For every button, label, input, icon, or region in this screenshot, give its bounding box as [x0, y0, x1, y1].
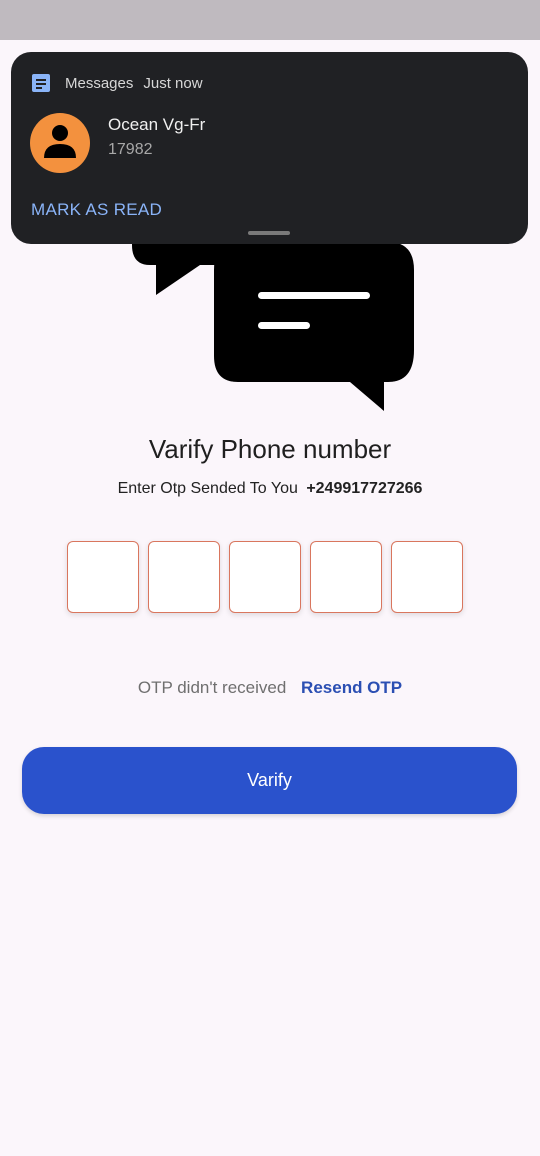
notification-message: 17982 [108, 141, 153, 158]
status-bar [0, 0, 540, 40]
otp-input-group [67, 541, 463, 613]
messages-icon [32, 74, 50, 92]
otp-digit-2[interactable] [148, 541, 220, 613]
phone-number: +249917727266 [306, 480, 423, 497]
resend-row: OTP didn't received Resend OTP [0, 678, 540, 698]
otp-digit-1[interactable] [67, 541, 139, 613]
otp-digit-5[interactable] [391, 541, 463, 613]
notification-drag-handle[interactable] [248, 231, 290, 235]
page-title: Varify Phone number [148, 434, 392, 464]
verify-button[interactable]: Varify [22, 747, 517, 814]
message-notification[interactable]: Messages Just now Ocean Vg-Fr 17982 MARK… [11, 52, 528, 244]
otp-digit-4[interactable] [310, 541, 382, 613]
mark-as-read-button[interactable]: MARK AS READ [31, 200, 162, 220]
resend-prompt: OTP didn't received [137, 678, 287, 697]
notification-time: Just now [143, 74, 203, 92]
sender-avatar [30, 113, 90, 173]
person-icon [44, 125, 76, 158]
otp-digit-3[interactable] [229, 541, 301, 613]
notification-header: Messages Just now [31, 72, 203, 94]
otp-instructions: Enter Otp Sended To You +249917727266 [0, 480, 540, 498]
resend-otp-link[interactable]: Resend OTP [301, 678, 402, 697]
notification-sender: Ocean Vg-Fr [108, 115, 206, 134]
notification-app-name: Messages [65, 74, 134, 92]
instructions-text: Enter Otp Sended To You [117, 480, 298, 497]
